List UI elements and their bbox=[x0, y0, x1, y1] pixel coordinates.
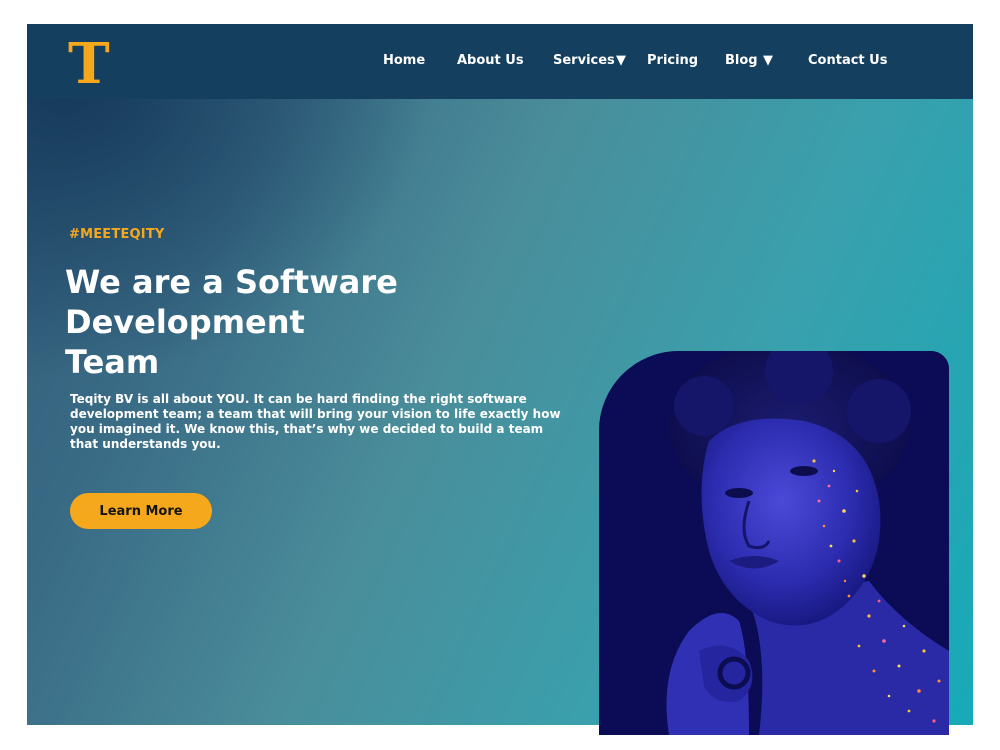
hero-portrait-image bbox=[599, 351, 949, 735]
logo[interactable]: T bbox=[68, 36, 110, 92]
nav-about-us[interactable]: About Us bbox=[457, 53, 524, 69]
hero-description: Teqity BV is all about YOU. It can be ha… bbox=[70, 392, 561, 451]
headline-line-1: We are a Software Development bbox=[65, 263, 398, 341]
hero-tag: #MEETEQITY bbox=[69, 227, 165, 242]
services-chevron-down-icon[interactable]: ▼ bbox=[616, 53, 626, 69]
nav-home[interactable]: Home bbox=[383, 53, 425, 69]
learn-more-button[interactable]: Learn More bbox=[70, 493, 212, 529]
top-navbar: T Home About Us Services ▼ Pricing Blog … bbox=[27, 24, 973, 99]
nav-blog[interactable]: Blog bbox=[725, 53, 758, 69]
nav-services[interactable]: Services bbox=[553, 53, 615, 69]
headline-line-2: Team bbox=[65, 343, 160, 381]
blog-chevron-down-icon[interactable]: ▼ bbox=[763, 53, 773, 69]
nav-contact-us[interactable]: Contact Us bbox=[808, 53, 887, 69]
portrait-photo-icon bbox=[599, 351, 949, 735]
hero-headline: We are a Software Development Team bbox=[65, 262, 645, 382]
nav-pricing[interactable]: Pricing bbox=[647, 53, 698, 69]
